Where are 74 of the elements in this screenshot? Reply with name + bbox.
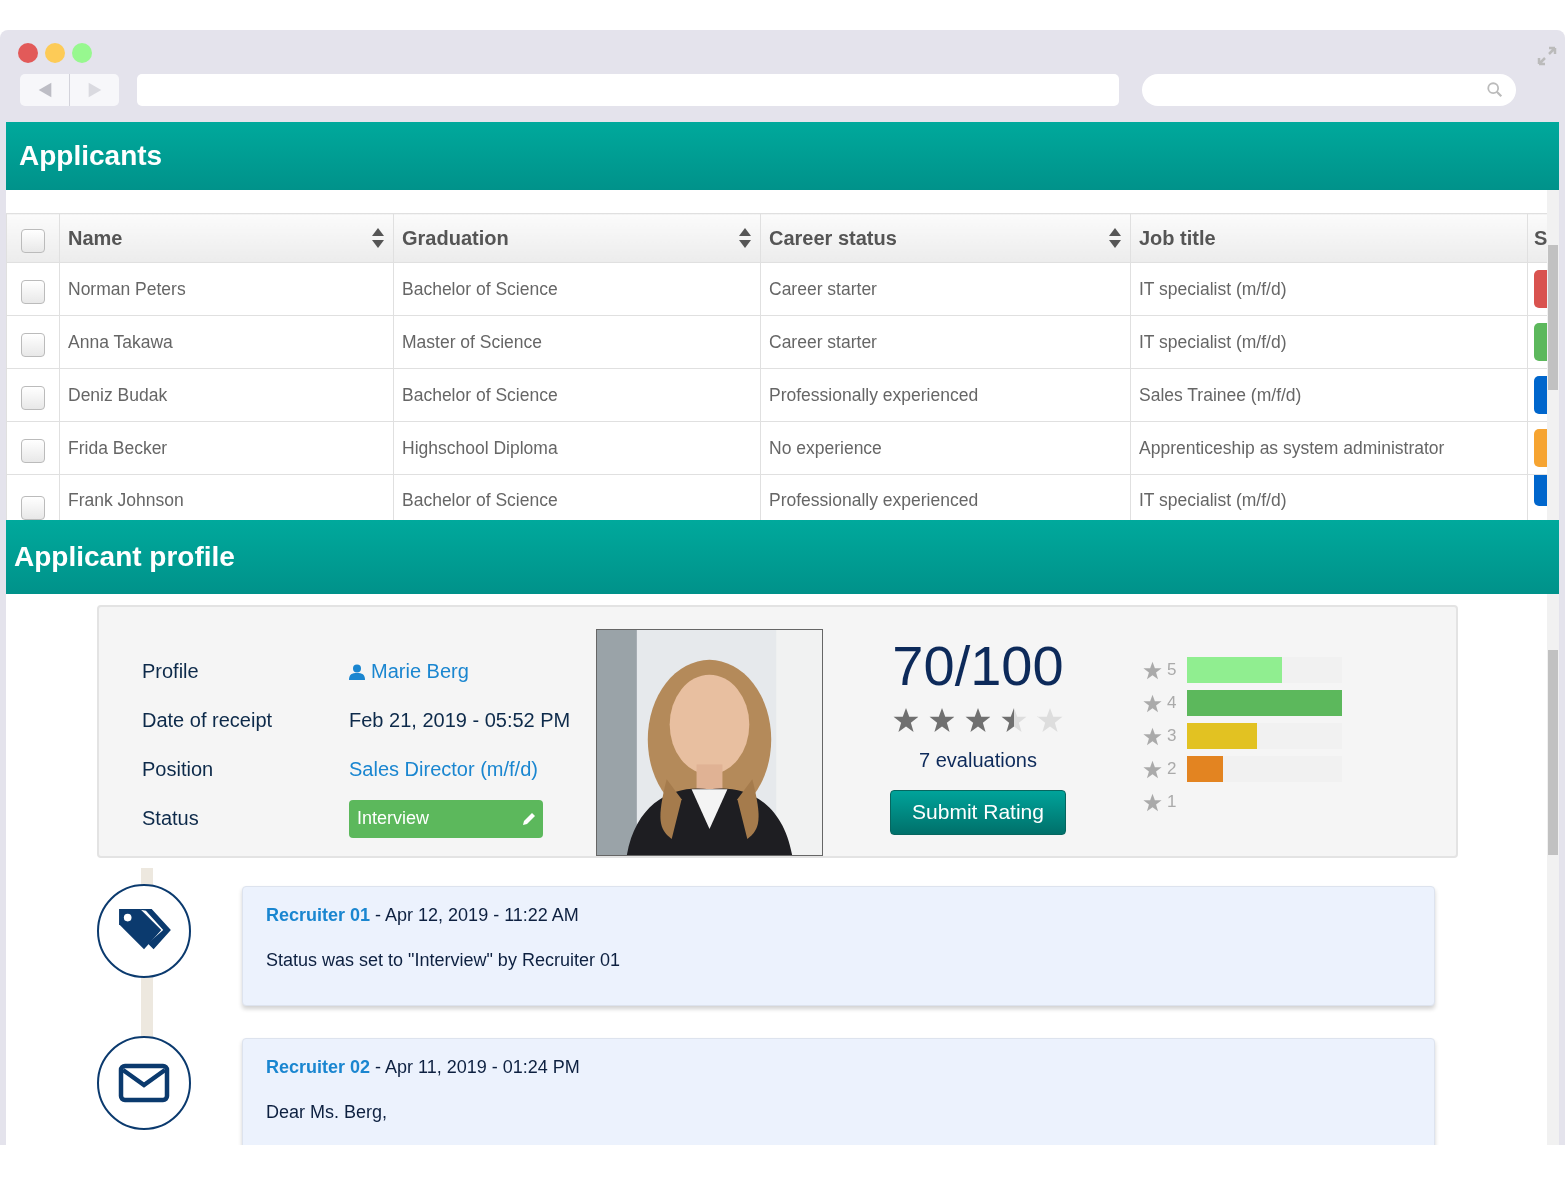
table-cell: Career starter — [769, 331, 877, 352]
activity-date: - Apr 12, 2019 - 11:22 AM — [374, 905, 579, 925]
table-cell: Frank Johnson — [68, 490, 184, 510]
table-cell: Norman Peters — [68, 278, 186, 299]
scrollbar[interactable] — [1547, 190, 1559, 520]
status-dropdown[interactable]: Interview — [349, 799, 543, 838]
envelope-icon — [118, 1063, 170, 1103]
table-cell: Bachelor of Science — [402, 278, 558, 299]
author-link[interactable]: Recruiter 02 — [266, 1057, 371, 1077]
table-cell: IT specialist (m/f/d) — [1139, 331, 1287, 352]
search-icon — [1486, 81, 1504, 99]
activity-date: - Apr 11, 2019 - 01:24 PM — [374, 1057, 580, 1077]
column-header[interactable]: Job title — [1139, 226, 1216, 250]
table-cell: IT specialist (m/f/d) — [1139, 278, 1287, 299]
position-link[interactable]: Sales Director (m/f/d) — [349, 758, 538, 781]
close-button[interactable] — [18, 43, 38, 63]
field-value: Feb 21, 2019 - 05:52 PM — [349, 709, 571, 732]
table-cell: Apprenticeship as system administrator — [1139, 437, 1445, 458]
star-icon — [1143, 693, 1162, 713]
table-cell: IT specialist (m/f/d) — [1139, 490, 1287, 510]
checkbox[interactable] — [21, 496, 45, 520]
score: 70/100 — [892, 635, 1064, 697]
star-icon — [1143, 660, 1162, 680]
table-cell: Bachelor of Science — [402, 490, 558, 510]
table-cell: Deniz Budak — [68, 384, 168, 405]
star-icon — [1143, 792, 1162, 812]
table-cell: No experience — [769, 437, 882, 458]
checkbox[interactable] — [21, 280, 45, 304]
checkbox[interactable] — [21, 439, 45, 463]
table-cell: Bachelor of Science — [402, 384, 558, 405]
star-icon — [1143, 726, 1162, 746]
table-cell: Professionally experienced — [769, 384, 979, 405]
maximize-button[interactable] — [72, 43, 92, 63]
activity-text: Dear Ms. Berg, — [266, 1102, 389, 1123]
submit-rating-button[interactable]: Submit Rating — [890, 789, 1066, 835]
column-header[interactable]: Name — [68, 226, 123, 250]
author-link[interactable]: Recruiter 01 — [266, 905, 371, 925]
table-cell: Master of Science — [402, 331, 543, 352]
sort-icon[interactable] — [738, 227, 752, 249]
profile-link[interactable]: Marie Berg — [349, 660, 469, 683]
checkbox[interactable] — [21, 333, 45, 357]
star-label: 1 — [1167, 792, 1178, 812]
star-label: 5 — [1167, 660, 1178, 680]
minimize-button[interactable] — [45, 43, 65, 63]
star-icon — [1143, 759, 1162, 779]
table-cell: Professionally experienced — [769, 490, 979, 510]
field-label: Date of receipt — [142, 709, 274, 732]
sort-icon[interactable] — [371, 227, 385, 249]
evaluation-count: 7 evaluations — [919, 748, 1037, 772]
star-label: 4 — [1167, 693, 1178, 713]
search-field[interactable] — [1142, 74, 1516, 106]
column-header[interactable]: Graduation — [402, 226, 509, 250]
activity-text: Status was set to "Interview" by Recruiter 01 — [266, 950, 621, 971]
field-label: Profile — [142, 660, 200, 683]
star-label: 2 — [1167, 759, 1178, 779]
person-icon — [349, 663, 365, 680]
section-title: Applicants — [19, 140, 163, 172]
expand-icon[interactable] — [1537, 46, 1557, 66]
checkbox[interactable] — [21, 386, 45, 410]
star-label: 3 — [1167, 726, 1178, 746]
section-title: Applicant profile — [14, 541, 235, 573]
table-cell: Highschool Diploma — [402, 437, 558, 458]
field-label: Status — [142, 807, 200, 830]
field-label: Position — [142, 758, 215, 781]
checkbox[interactable] — [21, 229, 45, 253]
address-bar[interactable] — [137, 74, 1119, 106]
table-cell: Anna Takawa — [68, 331, 173, 352]
sort-icon[interactable] — [1108, 227, 1122, 249]
column-header[interactable]: Career status — [769, 226, 897, 250]
table-cell: Career starter — [769, 278, 877, 299]
pencil-icon — [521, 810, 537, 827]
table-cell: Frida Becker — [68, 437, 168, 458]
scrollbar[interactable] — [1547, 594, 1559, 1145]
table-cell: Sales Trainee (m/f/d) — [1139, 384, 1302, 405]
